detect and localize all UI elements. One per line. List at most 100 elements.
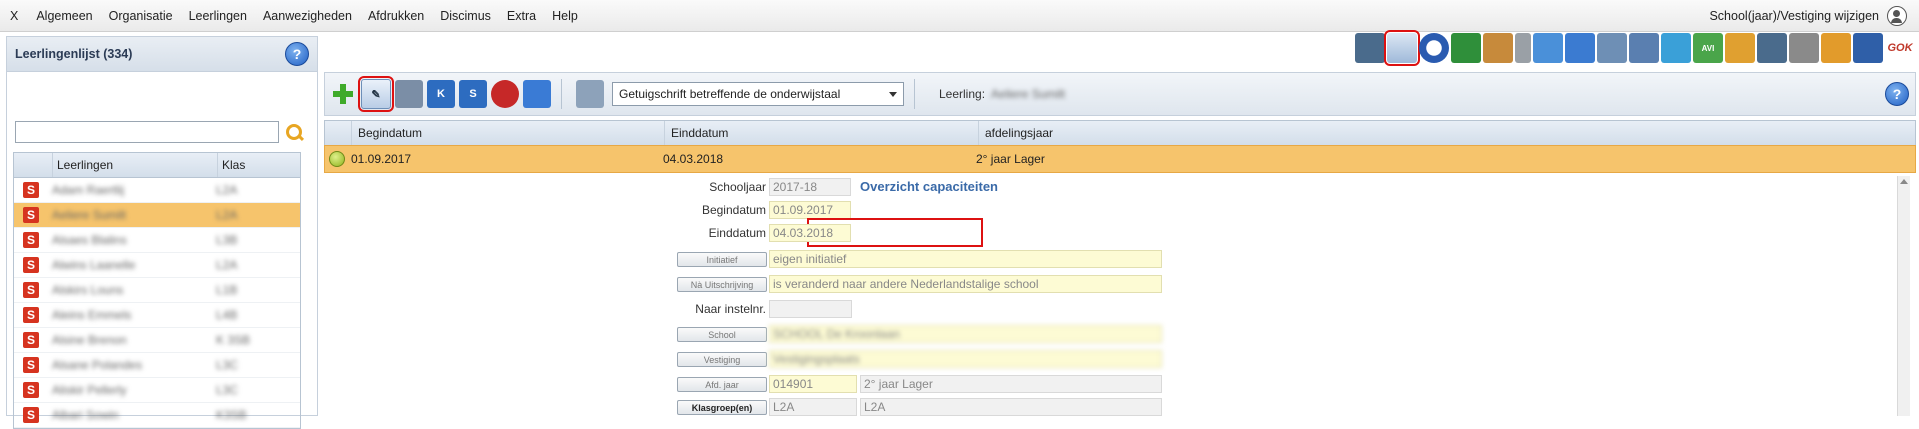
student-row[interactable]: S Alsane Polandes L3C xyxy=(14,353,300,378)
edit-document-icon[interactable] xyxy=(1384,30,1420,66)
student-row[interactable]: S Aleins Emmels L4B xyxy=(14,303,300,328)
afd-jaar-button[interactable]: Afd. jaar xyxy=(677,377,767,392)
student-s-icon: S xyxy=(23,307,39,323)
schooljaar-field[interactable]: 2017-18 xyxy=(769,178,851,196)
help-icon[interactable]: ? xyxy=(285,42,309,66)
initiatief-field[interactable]: eigen initiatief xyxy=(769,250,1162,268)
menu-extra[interactable]: Extra xyxy=(499,9,544,23)
klasgroep-field[interactable]: L2A xyxy=(769,398,857,416)
scan-icon[interactable] xyxy=(395,80,423,108)
row-begindatum: 01.09.2017 xyxy=(351,152,412,166)
vestiging-field[interactable]: Vestigingsplaats xyxy=(769,350,1162,368)
mail-icon[interactable] xyxy=(1533,33,1563,63)
help-icon[interactable]: ? xyxy=(1885,82,1909,106)
student-row[interactable]: S Alskirs Louns L1B xyxy=(14,278,300,303)
naar-instelnr-label: Naar instelnr. xyxy=(695,302,766,316)
header-klas[interactable]: Klas xyxy=(218,153,300,177)
row-afdelingsjaar: 2° jaar Lager xyxy=(976,152,1045,166)
register-icon[interactable] xyxy=(1597,33,1627,63)
form-scrollbar[interactable] xyxy=(1897,176,1910,416)
menu-bar: X Algemeen Organisatie Leerlingen Aanwez… xyxy=(0,0,1919,32)
naar-instelnr-field[interactable] xyxy=(769,300,852,318)
overview-capaciteiten-link[interactable]: Overzicht capaciteiten xyxy=(860,179,998,194)
school-change-link[interactable]: School(jaar)/Vestiging wijzigen xyxy=(1709,9,1879,23)
id-card-icon[interactable] xyxy=(1355,33,1385,63)
student-s-icon: S xyxy=(23,282,39,298)
student-row[interactable]: S Alsine Brenon K 3SB xyxy=(14,328,300,353)
avi-icon[interactable]: AVI xyxy=(1693,33,1723,63)
student-row-selected[interactable]: S Aeliere Sumilt L2A xyxy=(14,203,300,228)
na-uitschrijving-button[interactable]: Nà Uitschrijving xyxy=(677,277,767,292)
na-uitschrijving-field[interactable]: is veranderd naar andere Nederlandstalig… xyxy=(769,275,1162,293)
student-name: Alwins Laanelle xyxy=(52,258,136,272)
student-row[interactable]: S Alwins Laanelle L2A xyxy=(14,253,300,278)
student-s-icon: S xyxy=(23,232,39,248)
toolbar-separator xyxy=(914,79,915,109)
certificate-icon[interactable] xyxy=(1789,33,1819,63)
school-button[interactable]: School xyxy=(677,327,767,342)
user-edit-icon[interactable] xyxy=(523,80,551,108)
period-row-selected[interactable]: 01.09.2017 04.03.2018 2° jaar Lager xyxy=(324,145,1916,173)
menu-aanwezigheden[interactable]: Aanwezigheden xyxy=(255,9,360,23)
gok-icon[interactable]: GOK xyxy=(1885,33,1915,63)
menu-help[interactable]: Help xyxy=(544,9,586,23)
search-icon[interactable] xyxy=(285,123,303,141)
module-icon-strip: AVI GOK xyxy=(1355,30,1915,66)
menu-organisatie[interactable]: Organisatie xyxy=(101,9,181,23)
student-klas: L2A xyxy=(216,258,238,272)
menu-algemeen[interactable]: Algemeen xyxy=(28,9,100,23)
users-icon[interactable] xyxy=(1565,33,1595,63)
initiatief-button[interactable]: Initiatief xyxy=(677,252,767,267)
user-clock-icon[interactable] xyxy=(1853,33,1883,63)
student-row[interactable]: S Adam Raertlij L2A xyxy=(14,178,300,203)
search-input[interactable] xyxy=(15,121,279,143)
school-icon[interactable] xyxy=(491,80,519,108)
phone-icon[interactable] xyxy=(1515,33,1531,63)
student-row[interactable]: S Aliskir Pellerly L3C xyxy=(14,378,300,403)
student-list-panel: Leerlingenlijst (334) ? Leerlingen Klas … xyxy=(6,36,318,429)
student-name: Alsine Brenon xyxy=(52,333,127,347)
dancer-icon[interactable] xyxy=(1725,33,1755,63)
header-leerlingen[interactable]: Leerlingen xyxy=(53,153,218,177)
einddatum-field[interactable]: 04.03.2018 xyxy=(769,224,851,242)
period-grid-header: Begindatum Einddatum afdelingsjaar xyxy=(324,120,1916,146)
afd-jaar-code-field[interactable]: 014901 xyxy=(769,375,857,393)
status-dot-icon xyxy=(329,151,345,167)
school-building-icon[interactable] xyxy=(1629,33,1659,63)
student-klas: K 3SB xyxy=(216,333,251,347)
begindatum-field[interactable]: 01.09.2017 xyxy=(769,201,851,219)
user-icon[interactable] xyxy=(1887,5,1907,26)
user-k-icon[interactable]: K xyxy=(427,80,455,108)
student-card-icon[interactable] xyxy=(1757,33,1787,63)
header-einddatum[interactable]: Einddatum xyxy=(665,121,979,145)
add-icon[interactable] xyxy=(329,80,357,108)
notebook-icon[interactable] xyxy=(1451,33,1481,63)
klasgroepen-button[interactable]: Klasgroep(en) xyxy=(677,400,767,415)
menu-discimus[interactable]: Discimus xyxy=(432,9,499,23)
school-field[interactable]: SCHOOL De Kroonlaan xyxy=(769,325,1162,343)
user-s-icon[interactable]: S xyxy=(459,80,487,108)
student-list-title: Leerlingenlijst (334) xyxy=(15,47,133,61)
menu-afdrukken[interactable]: Afdrukken xyxy=(360,9,432,23)
house-hand-icon[interactable] xyxy=(1483,33,1513,63)
document-select[interactable]: Getuigschrift betreffende de onderwijsta… xyxy=(612,82,904,106)
printer-icon[interactable] xyxy=(576,80,604,108)
vestiging-button[interactable]: Vestiging xyxy=(677,352,767,367)
ruler-icon[interactable] xyxy=(1661,33,1691,63)
student-klas: L3C xyxy=(216,358,239,372)
student-row[interactable]: S Alsaes Blalins L3B xyxy=(14,228,300,253)
edit-icon[interactable]: ✎ xyxy=(358,76,394,112)
student-klas: L2A xyxy=(216,208,238,222)
student-klas: L2A xyxy=(216,183,238,197)
klasgroep-field-2: L2A xyxy=(860,398,1162,416)
student-table: Leerlingen Klas S Adam Raertlij L2A S Aelie… xyxy=(13,152,301,429)
header-begindatum[interactable]: Begindatum xyxy=(352,121,665,145)
header-afdelingsjaar[interactable]: afdelingsjaar xyxy=(979,121,1915,145)
student-row[interactable]: S Albari Sowin K3SB xyxy=(14,403,300,428)
menu-leerlingen[interactable]: Leerlingen xyxy=(181,9,255,23)
clock-icon[interactable] xyxy=(1419,33,1449,63)
menu-close[interactable]: X xyxy=(0,9,28,23)
steps-icon[interactable] xyxy=(1821,33,1851,63)
student-klas: L1B xyxy=(216,283,238,297)
student-table-header: Leerlingen Klas xyxy=(14,153,300,178)
